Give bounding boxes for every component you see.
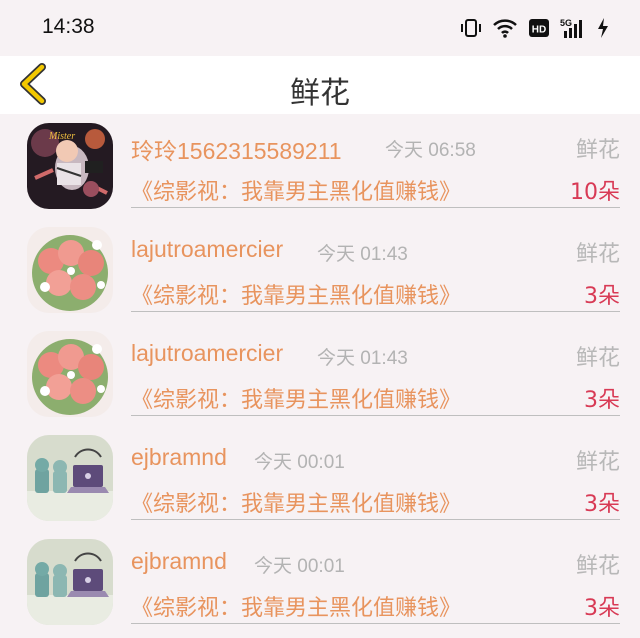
divider xyxy=(131,519,620,520)
status-icons: HD 5G xyxy=(460,16,610,40)
gift-name: 鲜花 xyxy=(575,554,620,579)
back-button[interactable] xyxy=(12,62,56,108)
svg-text:Mister: Mister xyxy=(48,131,75,142)
gift-name: 鲜花 xyxy=(575,242,620,267)
user-name[interactable]: lajutroamercier xyxy=(131,236,283,263)
divider xyxy=(131,623,620,624)
divider xyxy=(131,415,620,416)
charging-icon xyxy=(598,18,608,38)
gift-time: 今天 00:01 xyxy=(254,556,345,577)
list-item[interactable]: ejbramnd 今天 00:01 鲜花 《综影视：我靠男主黑化值赚钱》 3朵 xyxy=(0,426,640,530)
page-title: 鲜花 xyxy=(290,76,350,111)
user-name[interactable]: lajutroamercier xyxy=(131,340,283,367)
user-name[interactable]: ejbramnd xyxy=(131,548,227,575)
book-title[interactable]: 《综影视：我靠男主黑化值赚钱》 xyxy=(131,486,461,518)
hd-icon: HD xyxy=(529,19,549,37)
wifi-icon xyxy=(493,19,517,38)
status-bar: 14:38 HD 5G xyxy=(0,0,640,56)
gift-time: 今天 06:58 xyxy=(385,140,476,161)
gift-name: 鲜花 xyxy=(575,346,620,371)
user-name[interactable]: ejbramnd xyxy=(131,444,227,471)
svg-text:HD: HD xyxy=(532,25,546,36)
gift-count: 10朵 xyxy=(570,180,620,205)
avatar[interactable] xyxy=(27,435,113,521)
status-time: 14:38 xyxy=(42,15,95,38)
gift-name: 鲜花 xyxy=(575,138,620,163)
nav-bar: 鲜花 xyxy=(0,56,640,114)
gift-count: 3朵 xyxy=(584,388,620,413)
list-item[interactable]: lajutroamercier 今天 01:43 鲜花 《综影视：我靠男主黑化值… xyxy=(0,218,640,322)
gift-list: Mister 玲玲1562315589211 今天 06:58 鲜花 《综影视：… xyxy=(0,114,640,634)
avatar[interactable] xyxy=(27,331,113,417)
gift-time: 今天 01:43 xyxy=(317,244,408,265)
list-item[interactable]: Mister 玲玲1562315589211 今天 06:58 鲜花 《综影视：… xyxy=(0,114,640,218)
svg-text:5G: 5G xyxy=(560,18,572,28)
gift-count: 3朵 xyxy=(584,596,620,621)
list-item[interactable]: lajutroamercier 今天 01:43 鲜花 《综影视：我靠男主黑化值… xyxy=(0,322,640,426)
divider xyxy=(131,207,620,208)
gift-time: 今天 01:43 xyxy=(317,348,408,369)
gift-name: 鲜花 xyxy=(575,450,620,475)
list-item[interactable]: ejbramnd 今天 00:01 鲜花 《综影视：我靠男主黑化值赚钱》 3朵 xyxy=(0,530,640,634)
book-title[interactable]: 《综影视：我靠男主黑化值赚钱》 xyxy=(131,278,461,310)
book-title[interactable]: 《综影视：我靠男主黑化值赚钱》 xyxy=(131,590,461,622)
5g-signal-icon: 5G xyxy=(560,18,582,38)
avatar[interactable] xyxy=(27,227,113,313)
gift-time: 今天 00:01 xyxy=(254,452,345,473)
gift-count: 3朵 xyxy=(584,284,620,309)
book-title[interactable]: 《综影视：我靠男主黑化值赚钱》 xyxy=(131,174,461,206)
book-title[interactable]: 《综影视：我靠男主黑化值赚钱》 xyxy=(131,382,461,414)
gift-count: 3朵 xyxy=(584,492,620,517)
user-name[interactable]: 玲玲1562315589211 xyxy=(131,132,342,166)
avatar[interactable] xyxy=(27,539,113,625)
vibrate-icon xyxy=(461,19,481,37)
avatar[interactable]: Mister xyxy=(27,123,113,209)
divider xyxy=(131,311,620,312)
chevron-left-icon xyxy=(20,63,46,105)
